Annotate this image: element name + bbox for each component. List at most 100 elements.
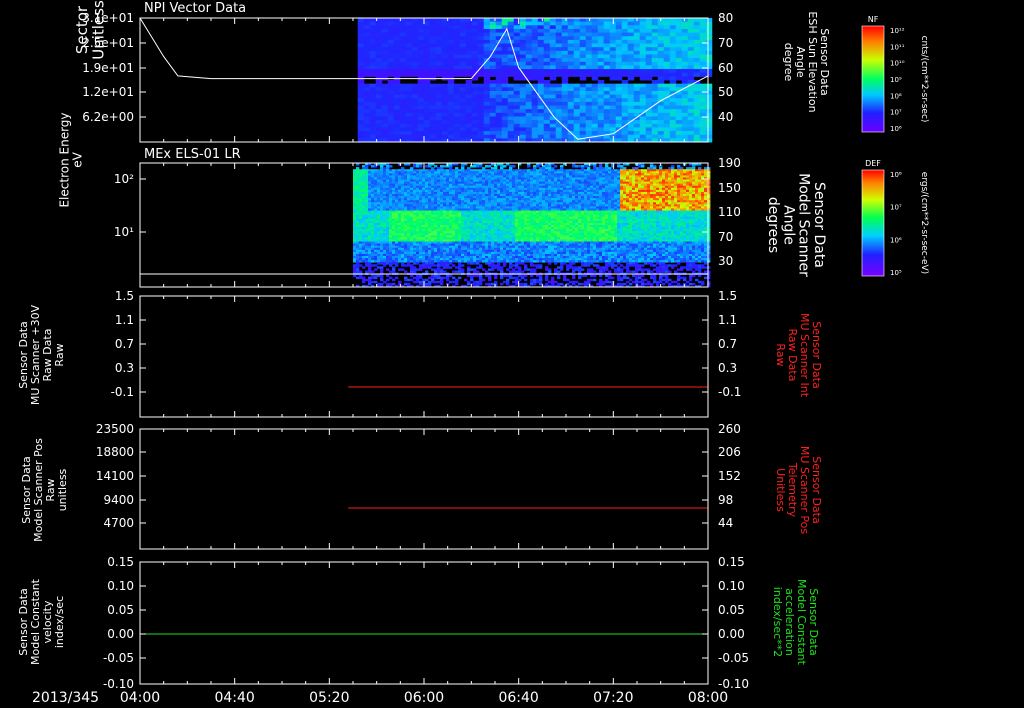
heatmap-cell [357,21,365,26]
heatmap-cell [573,18,581,23]
heatmap-cell [470,262,474,265]
heatmap-cell [507,69,515,74]
heatmap-cell [681,61,689,66]
heatmap-cell [669,109,677,114]
heatmap-cell [387,90,395,96]
heatmap-cell [471,131,479,136]
heatmap-cell [705,109,713,114]
heatmap-cell [567,43,575,48]
heatmap-cell [411,18,419,23]
heatmap-cell [497,268,501,271]
heatmap-cell [579,131,587,136]
heatmap-cell [429,69,437,74]
heatmap-cell [377,266,381,269]
heatmap-cell [393,21,401,26]
heatmap-cell [531,112,539,117]
heatmap-cell [651,123,659,128]
heatmap-cell [687,39,695,45]
heatmap-cell [573,120,581,125]
heatmap-cell [663,18,671,23]
heatmap-cell [435,21,443,26]
heatmap-cell [519,112,527,117]
heatmap-cell [567,65,575,70]
heatmap-cell [392,278,396,282]
heatmap-cell [411,98,419,103]
heatmap-cell [705,47,713,52]
heatmap-cell [585,120,593,125]
heatmap-cell [489,94,497,99]
heatmap-cell [453,47,461,52]
heatmap-cell [579,47,587,52]
heatmap-cell [687,94,695,99]
heatmap-cell [393,123,401,128]
heatmap-cell [537,76,545,81]
heatmap-cell [465,123,473,128]
heatmap-cell [411,109,419,114]
heatmap-cell [429,120,437,125]
heatmap-cell [509,266,513,269]
heatmap-cell [429,123,437,128]
heatmap-cell [405,134,413,139]
heatmap-cell [513,32,521,37]
heatmap-cell [693,90,701,96]
heatmap-cell [525,72,533,77]
heatmap-cell [675,54,683,59]
heatmap-cell [381,28,389,34]
heatmap-cell [483,32,491,37]
heatmap-cell [495,105,503,110]
heatmap-cell [369,47,377,52]
heatmap-cell [405,28,413,34]
heatmap-cell [417,39,425,45]
heatmap-cell [501,131,509,136]
heatmap-cell [417,87,425,92]
heatmap-cell [567,54,575,59]
heatmap-cell [699,25,707,30]
heatmap-cell [399,47,407,52]
heatmap-cell [687,120,695,125]
heatmap-cell [417,116,425,121]
heatmap-cell [549,21,557,26]
heatmap-cell [699,134,707,139]
heatmap-cell [525,120,533,125]
heatmap-cell [519,94,527,99]
heatmap-cell [470,268,474,271]
heatmap-cell [495,134,503,139]
heatmap-cell [639,58,647,63]
heatmap-cell [705,50,713,55]
heatmap-cell [483,69,491,74]
heatmap-cell [429,25,437,30]
heatmap-cell [537,32,545,37]
heatmap-cell [471,101,479,107]
heatmap-cell [531,28,539,34]
heatmap-cell [645,134,653,139]
heatmap-cell [429,50,437,55]
heatmap-cell [441,72,449,77]
heatmap-cell [669,123,677,128]
heatmap-cell [405,18,413,23]
heatmap-cell [429,134,437,139]
heatmap-cell [531,32,539,37]
heatmap-cell [579,69,587,74]
heatmap-cell [425,278,429,282]
heatmap-cell [507,58,515,63]
heatmap-cell [525,127,533,132]
heatmap-cell [585,28,593,34]
heatmap-cell [645,36,653,41]
heatmap-cell [579,112,587,117]
heatmap-cell [621,36,629,41]
heatmap-cell [417,109,425,114]
heatmap-cell [645,120,653,125]
heatmap-cell [441,123,449,128]
heatmap-cell [621,116,629,121]
heatmap-cell [663,61,671,66]
heatmap-cell [512,280,516,284]
heatmap-cell [675,28,683,34]
heatmap-cell [465,90,473,96]
heatmap-cell [537,90,545,96]
heatmap-cell [393,50,401,55]
heatmap-cell [435,39,443,45]
heatmap-cell [387,65,395,70]
heatmap-cell [419,268,423,271]
heatmap-cell [429,87,437,92]
heatmap-cell [537,39,545,45]
